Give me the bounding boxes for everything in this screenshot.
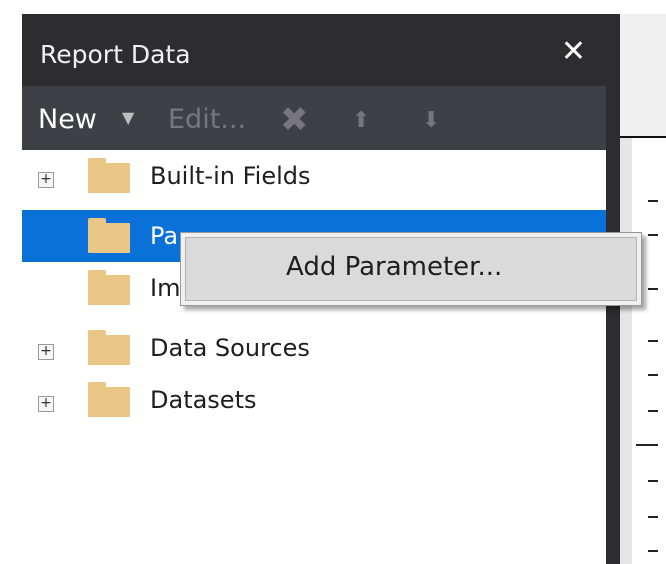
expand-plus-icon[interactable]: + bbox=[38, 344, 54, 360]
ruler-tick bbox=[648, 200, 658, 202]
delete-x-icon[interactable]: ✖ bbox=[280, 100, 309, 140]
ruler-tick bbox=[648, 410, 658, 412]
ruler-tick bbox=[648, 288, 658, 290]
ruler-tick bbox=[648, 234, 658, 236]
edit-button[interactable]: Edit... bbox=[168, 104, 246, 135]
top-strip bbox=[0, 0, 666, 14]
ruler-tick bbox=[648, 480, 658, 482]
expand-plus-icon[interactable]: + bbox=[38, 172, 54, 188]
tree-item-label: Data Sources bbox=[150, 334, 310, 362]
folder-icon bbox=[88, 158, 130, 194]
design-canvas[interactable] bbox=[620, 138, 666, 564]
panel-title: Report Data bbox=[40, 40, 191, 69]
ruler-tick bbox=[648, 374, 658, 376]
tree-item-label: Built-in Fields bbox=[150, 162, 311, 190]
ruler-tick bbox=[636, 444, 658, 446]
ruler-tick bbox=[648, 550, 658, 552]
arrow-up-icon[interactable]: ⬆ bbox=[352, 108, 370, 133]
report-data-tree: + Built-in Fields Pa Im + Data Sources +… bbox=[22, 150, 606, 564]
tree-item-data-sources[interactable]: + Data Sources bbox=[22, 322, 606, 374]
design-tab-header bbox=[620, 14, 666, 138]
ruler-tick bbox=[648, 340, 658, 342]
menu-item-label: Add Parameter... bbox=[286, 252, 503, 282]
tree-item-label: Im bbox=[150, 274, 181, 302]
folder-icon bbox=[88, 382, 130, 418]
tree-item-built-in-fields[interactable]: + Built-in Fields bbox=[22, 150, 606, 202]
close-icon[interactable]: ✕ bbox=[561, 34, 586, 69]
folder-icon bbox=[88, 270, 130, 306]
arrow-down-icon[interactable]: ⬇ bbox=[422, 108, 440, 133]
ruler-tick bbox=[648, 516, 658, 518]
panel-toolbar: New ▼ Edit... ✖ ⬆ ⬇ bbox=[22, 86, 606, 150]
expand-plus-icon[interactable]: + bbox=[38, 396, 54, 412]
caret-down-icon[interactable]: ▼ bbox=[122, 108, 134, 127]
tree-item-label: Datasets bbox=[150, 386, 257, 414]
tree-item-datasets[interactable]: + Datasets bbox=[22, 374, 606, 426]
context-menu: Add Parameter... bbox=[180, 232, 642, 306]
panel-titlebar: Report Data ✕ bbox=[22, 14, 606, 86]
add-parameter-menu-item[interactable]: Add Parameter... bbox=[185, 237, 637, 301]
folder-icon bbox=[88, 218, 130, 254]
new-button[interactable]: New bbox=[38, 104, 97, 135]
tree-item-label: Pa bbox=[150, 222, 179, 250]
folder-icon bbox=[88, 330, 130, 366]
